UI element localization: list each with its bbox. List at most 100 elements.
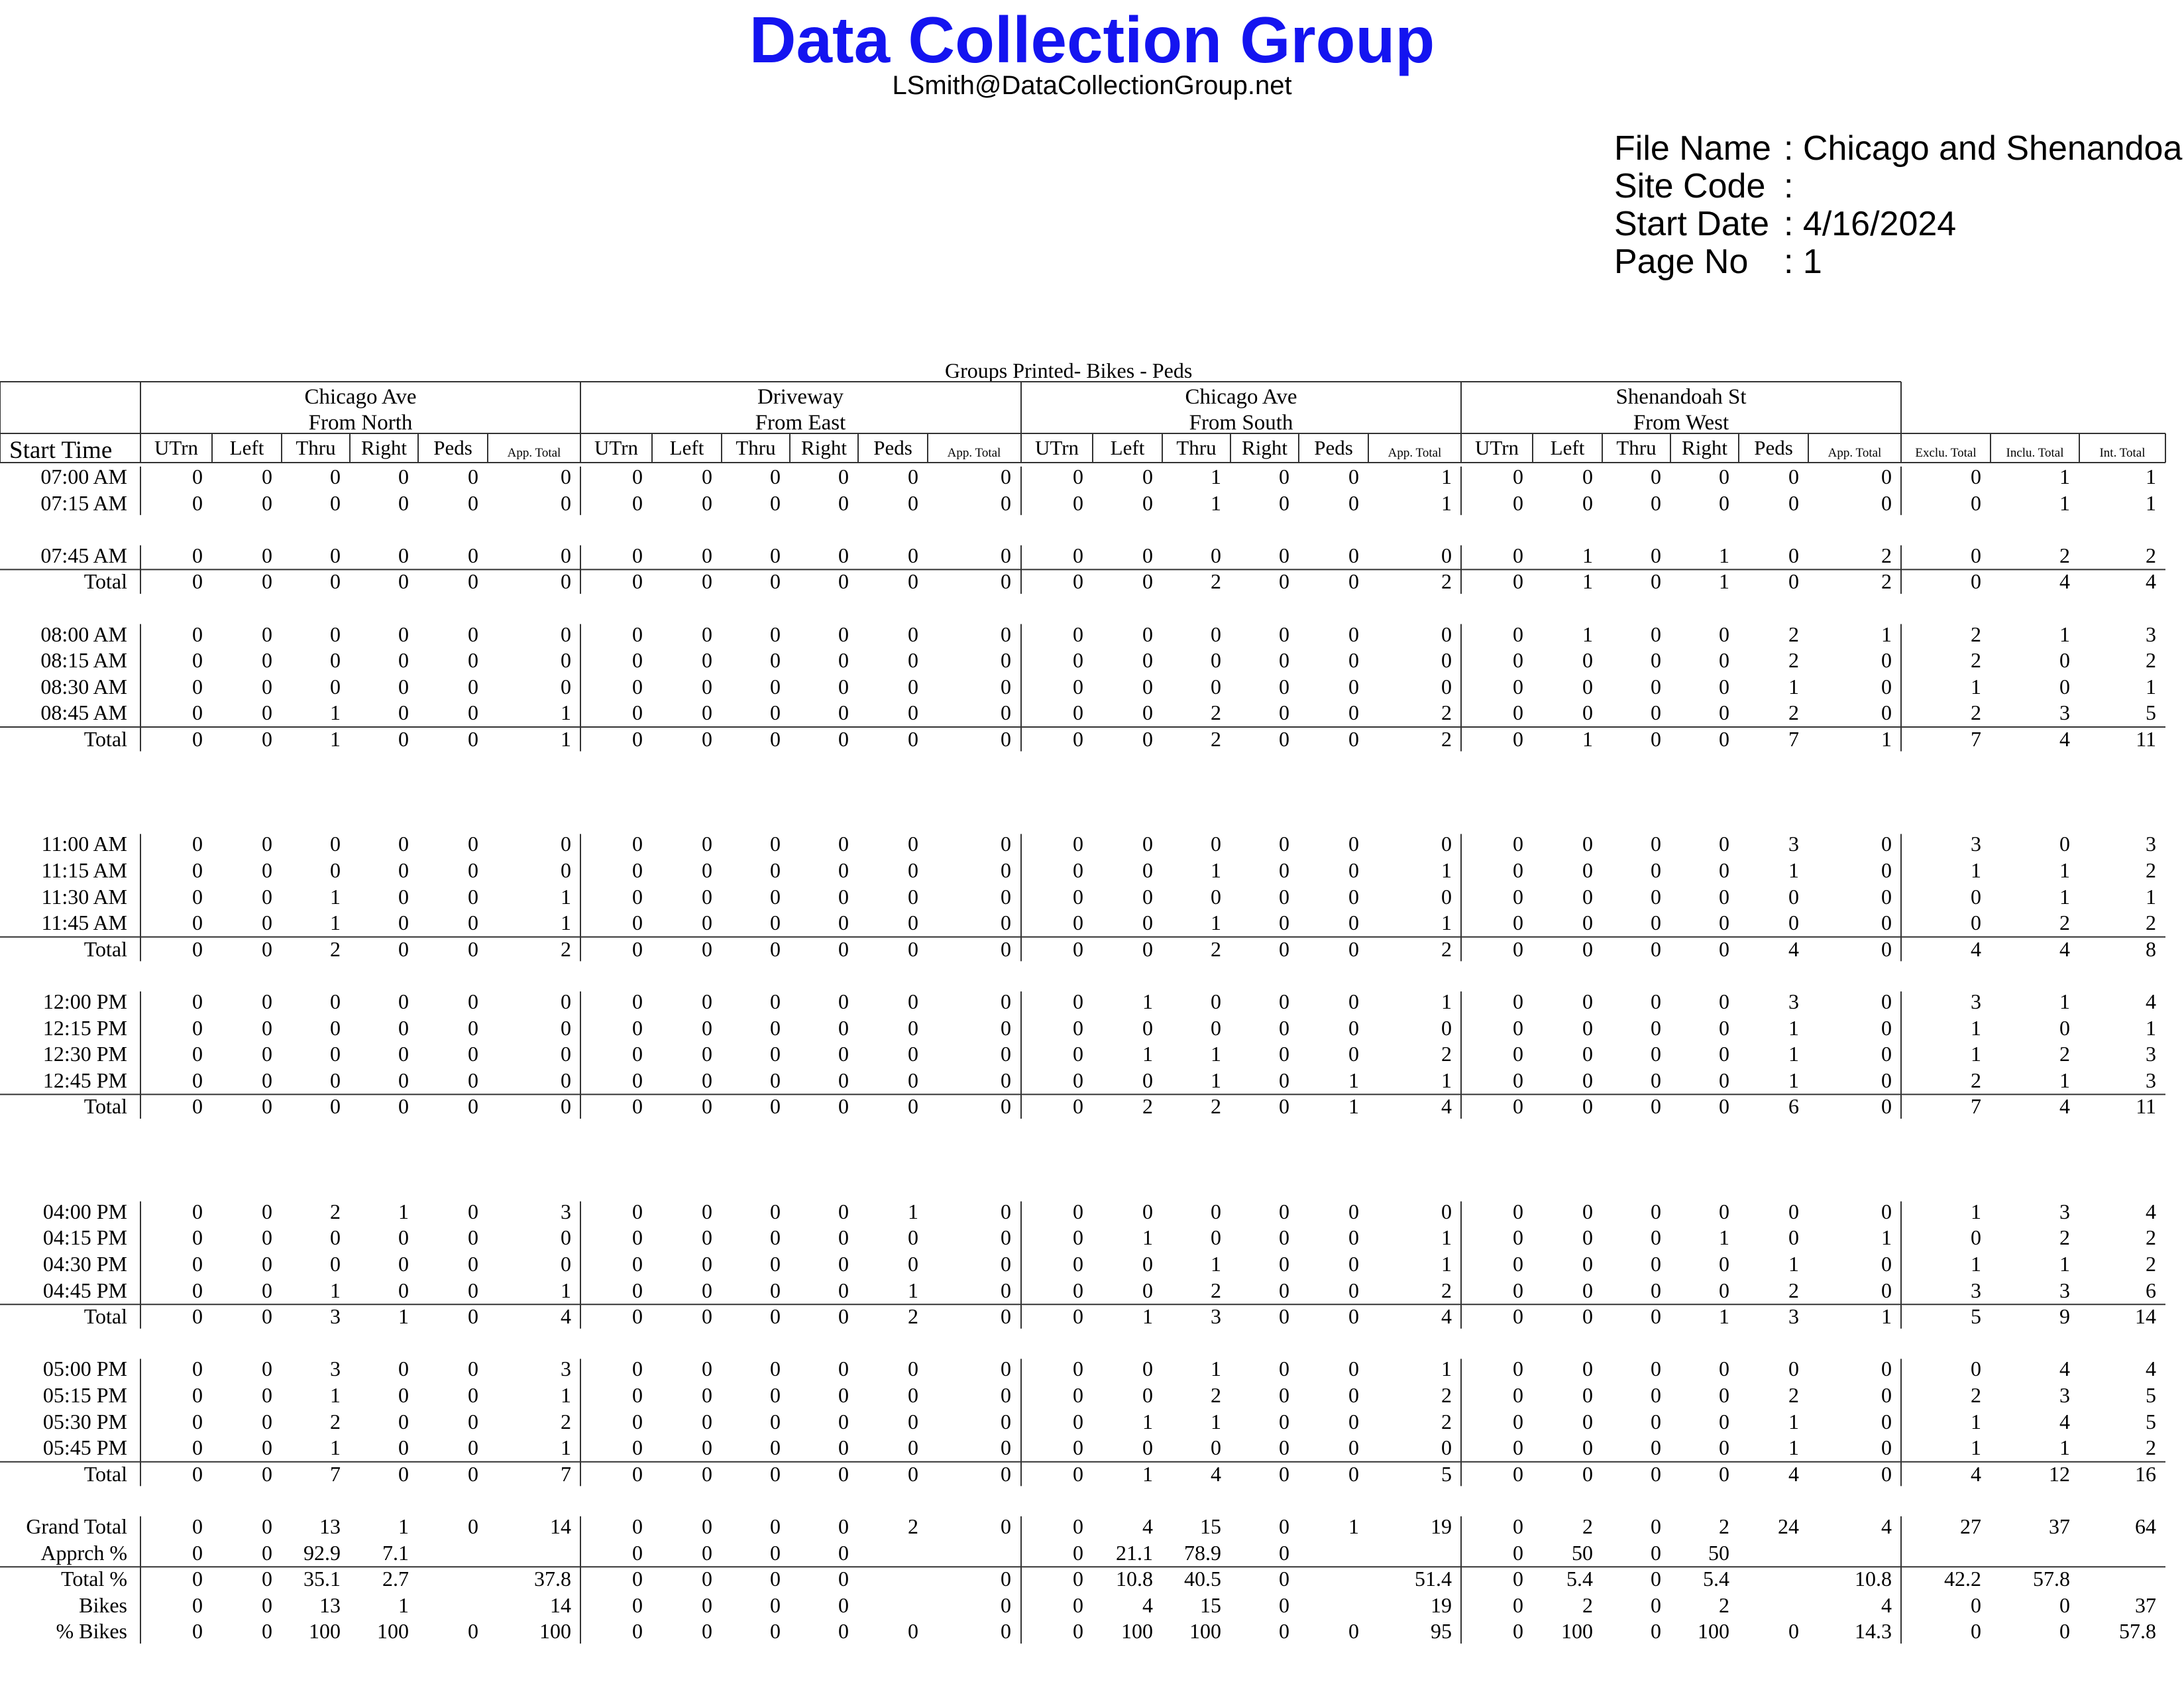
table-cell: 0 [262,1383,272,1407]
table-cell: 0 [192,569,203,594]
table-cell: 92.9 [303,1540,341,1565]
table-cell: 3 [330,1357,341,1381]
table-cell: 7 [561,1461,571,1486]
table-cell: 1 [908,1278,918,1302]
row-time-label: 11:00 AM [41,832,128,856]
table-cell: 0 [1651,1435,1661,1460]
table-cell: 3 [1211,1304,1221,1329]
table-cell: 0 [262,884,272,909]
table-cell: 1 [1441,911,1452,935]
table-cell: 0 [1279,543,1289,567]
table-cell: 100 [1561,1619,1593,1644]
table-cell: 0 [1582,1409,1593,1433]
table-cell: 0 [702,1042,712,1066]
table-cell: 0 [1073,911,1083,935]
table-cell: 12 [2049,1461,2070,1486]
table-cell: 0 [1651,1619,1661,1644]
table-cell: 0 [192,543,203,567]
table-cell: 0 [770,1540,781,1565]
table-cell: 0 [838,1567,849,1591]
table-cell: 0 [1651,674,1661,699]
table-cell: 0 [1142,1199,1153,1223]
table-cell: 4 [2146,989,2156,1013]
column-header: App. Total [947,446,1001,460]
table-cell: 4 [2146,569,2156,594]
table-cell: 0 [1719,1068,1729,1092]
table-cell: 1 [398,1514,409,1538]
table-cell: 0 [330,674,341,699]
table-cell: 0 [262,701,272,725]
table-cell: 0 [838,1015,849,1040]
table-cell: 0 [330,543,341,567]
table-cell: 0 [1001,936,1011,961]
table-cell: 0 [468,1042,478,1066]
table-cell: 0 [1001,701,1011,725]
row-time-label: 05:00 PM [42,1357,127,1381]
row-summary-label: Total [83,727,127,751]
table-cell: 1 [1971,1409,1981,1433]
table-cell: 0 [1513,622,1523,646]
table-cell: 0 [398,543,409,567]
table-cell: 0 [330,622,341,646]
table-cell: 1 [1211,1357,1221,1381]
table-cell: 2 [1788,701,1799,725]
table-cell: 0 [1001,1094,1011,1119]
table-cell: 0 [702,1252,712,1276]
table-cell: 10.8 [1855,1567,1892,1591]
table-cell: 0 [1788,465,1799,488]
table-cell: 2 [2146,1252,2156,1276]
table-cell: 2 [1788,1383,1799,1407]
table-cell: 0 [838,858,849,882]
table-cell: 0 [398,1015,409,1040]
table-cell: 0 [1211,1435,1221,1460]
table-cell: 0 [1881,1094,1892,1119]
table-cell: 0 [1719,1094,1729,1119]
table-cell: 0 [262,1199,272,1223]
table-cell: 1 [2059,465,2070,488]
row-time-label: 04:30 PM [42,1252,127,1276]
table-cell: 0 [468,911,478,935]
table-cell: 0 [192,727,203,751]
table-cell: 0 [1142,1252,1153,1276]
table-cell: 0 [1211,622,1221,646]
table-cell: 0 [838,1304,849,1329]
table-cell: 0 [1279,674,1289,699]
row-summary-label: % Bikes [56,1619,127,1644]
table-cell: 0 [468,989,478,1013]
table-cell: 0 [838,622,849,646]
table-cell: 1 [1582,543,1593,567]
table-cell: 0 [398,490,409,515]
table-cell: 0 [770,1225,781,1250]
table-cell: 0 [1142,832,1153,856]
table-cell: 0 [1279,490,1289,515]
table-cell: 0 [1142,1278,1153,1302]
table-cell: 0 [1073,858,1083,882]
table-cell: 1 [1719,1225,1729,1250]
table-cell: 1 [1142,989,1153,1013]
table-cell: 0 [1582,1094,1593,1119]
table-cell: 0 [1513,884,1523,909]
table-cell: 1 [330,1383,341,1407]
table-cell: 0 [468,701,478,725]
table-cell: 0 [192,832,203,856]
table-cell: 1 [2059,622,2070,646]
table-cell: 1 [1142,1409,1153,1433]
table-cell: 0 [1651,648,1661,673]
table-cell: 0 [1971,911,1981,935]
table-cell: 0 [1513,1252,1523,1276]
table-cell: 0 [1651,1567,1661,1591]
table-cell: 0 [1651,1593,1661,1617]
table-cell: 0 [838,989,849,1013]
table-cell: 1 [908,1199,918,1223]
table-cell: 0 [1279,727,1289,751]
table-cell: 0 [468,1199,478,1223]
table-cell: 0 [838,1383,849,1407]
row-time-label: 12:00 PM [42,989,127,1013]
table-cell: 0 [1348,1015,1359,1040]
table-cell: 0 [468,569,478,594]
table-cell: 0 [770,1435,781,1460]
table-cell: 0 [1788,911,1799,935]
table-cell: 15 [1200,1593,1221,1617]
table-cell: 0 [561,1225,571,1250]
table-cell: 0 [632,1619,643,1644]
